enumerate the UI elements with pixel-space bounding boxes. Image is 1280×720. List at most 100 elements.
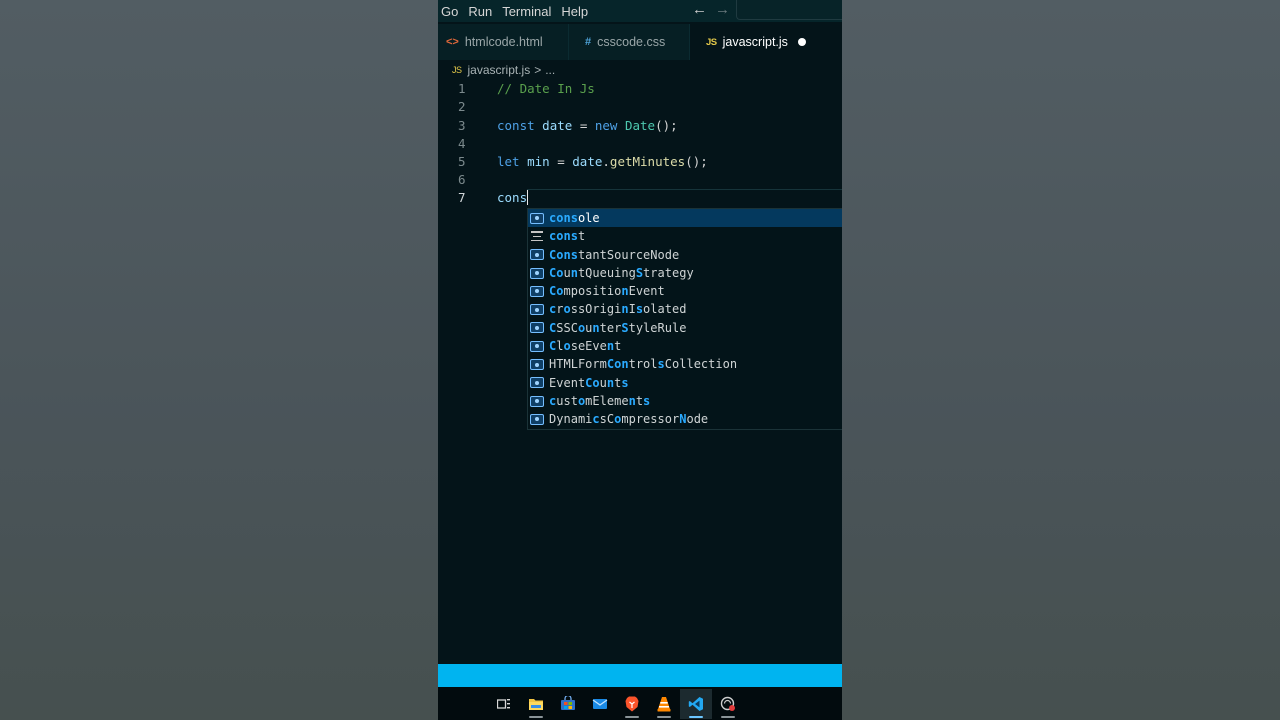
keyword-icon <box>530 231 544 242</box>
js-file-icon: JS <box>706 36 717 48</box>
line-number: 3 <box>458 117 466 133</box>
background-right <box>842 0 1280 720</box>
variable-icon <box>530 285 544 297</box>
html-file-icon: <> <box>446 36 459 48</box>
vscode-icon[interactable] <box>680 688 712 719</box>
brave-browser-icon[interactable] <box>616 689 648 719</box>
line-number: 5 <box>458 153 466 169</box>
running-indicator <box>689 715 703 718</box>
app-icon[interactable] <box>712 689 744 719</box>
menu-bar: Go Run Terminal Help ← → <box>438 0 842 22</box>
background-left <box>0 0 438 720</box>
suggestion-label: CSSCounterStyleRule <box>549 320 687 335</box>
code-line: 4 <box>438 135 842 153</box>
suggestion-item[interactable]: HTMLFormControlsCollection <box>528 355 842 373</box>
file-explorer-icon[interactable] <box>520 689 552 719</box>
status-bar[interactable] <box>438 664 842 687</box>
suggestion-item[interactable]: customElements <box>528 392 842 410</box>
code-text: const date = new Date(); <box>497 117 678 133</box>
code-line: 1 // Date In Js <box>438 80 842 98</box>
suggestion-item[interactable]: CSSCounterStyleRule <box>528 319 842 337</box>
tab-javascript[interactable]: JS javascript.js <box>690 24 842 60</box>
suggestion-label: CloseEvent <box>549 339 622 354</box>
editor-tabs: <> htmlcode.html # csscode.css JS javasc… <box>438 24 842 60</box>
code-line: 5 let min = date.getMinutes(); <box>438 153 842 171</box>
breadcrumb: JS javascript.js > ... <box>452 62 555 78</box>
variable-icon <box>530 304 544 316</box>
current-line-border <box>527 189 842 190</box>
code-text: let min = date.getMinutes(); <box>497 153 708 169</box>
line-number: 6 <box>458 172 466 187</box>
breadcrumb-symbol[interactable]: ... <box>545 63 555 77</box>
variable-icon <box>530 413 544 425</box>
code-line: 6 <box>438 171 842 189</box>
code-line: 2 <box>438 98 842 116</box>
breadcrumb-file[interactable]: javascript.js <box>468 63 531 77</box>
chevron-right-icon: > <box>534 63 542 77</box>
code-line: 3 const date = new Date(); <box>438 117 842 135</box>
suggestion-label: CountQueuingStrategy <box>549 265 694 280</box>
tab-label: csscode.css <box>597 35 666 49</box>
variable-icon <box>530 212 544 224</box>
tab-label: htmlcode.html <box>464 35 543 49</box>
tab-label: javascript.js <box>722 35 788 49</box>
suggestion-item[interactable]: CompositionEvent <box>528 282 842 300</box>
js-file-icon: JS <box>452 65 462 75</box>
suggestion-item[interactable]: CountQueuingStrategy <box>528 264 842 282</box>
suggestion-label: customElements <box>549 393 651 408</box>
line-number: 4 <box>458 135 466 151</box>
code-editor[interactable]: 1 // Date In Js 2 3 const date = new Dat… <box>438 80 842 664</box>
running-indicator <box>625 715 639 718</box>
taskbar <box>438 687 842 720</box>
variable-icon <box>530 377 544 389</box>
suggestion-item[interactable]: ConstantSourceNode <box>528 246 842 264</box>
suggestion-label: CompositionEvent <box>549 284 665 299</box>
suggestion-label: DynamicsCompressorNode <box>549 412 709 427</box>
suggestion-label: crossOriginIsolated <box>549 302 687 317</box>
suggestion-item[interactable]: const <box>528 227 842 245</box>
line-number: 1 <box>458 81 466 96</box>
vscode-window: Go Run Terminal Help ← → <> htmlcode.htm… <box>438 0 842 720</box>
suggestion-item[interactable]: CloseEvent <box>528 337 842 355</box>
suggestion-label: console <box>549 211 600 225</box>
menu-run[interactable]: Run <box>464 4 498 19</box>
task-view-icon[interactable] <box>488 689 520 719</box>
menu-terminal[interactable]: Terminal <box>498 4 557 19</box>
line-number: 2 <box>458 99 466 114</box>
code-text: // Date In Js <box>497 81 595 96</box>
unsaved-dot-icon[interactable] <box>797 38 806 46</box>
menu-go[interactable]: Go <box>438 4 464 19</box>
menu-help[interactable]: Help <box>557 4 594 19</box>
variable-icon <box>530 249 544 261</box>
forward-arrow-icon[interactable]: → <box>715 1 730 18</box>
store-icon[interactable] <box>552 689 584 719</box>
mail-icon[interactable] <box>584 689 616 719</box>
running-indicator <box>657 715 671 718</box>
running-indicator <box>721 715 735 718</box>
suggestion-item[interactable]: DynamicsCompressorNode <box>528 410 842 428</box>
suggestion-label: const <box>549 229 586 244</box>
suggestion-item[interactable]: crossOriginIsolated <box>528 300 842 318</box>
autocomplete-suggestions: console const ConstantSourceNode CountQueui… <box>527 208 842 430</box>
variable-icon <box>530 267 544 279</box>
css-file-icon: # <box>585 36 592 48</box>
running-indicator <box>529 715 543 718</box>
variable-icon <box>530 359 544 371</box>
suggestion-label: ConstantSourceNode <box>549 247 680 262</box>
suggestion-label: HTMLFormControlsCollection <box>549 357 738 372</box>
suggestion-item[interactable]: console <box>528 209 842 228</box>
command-center-search[interactable] <box>736 0 842 20</box>
navigation-arrows: ← → <box>692 1 730 18</box>
variable-icon <box>530 395 544 407</box>
suggestion-item[interactable]: EventCounts <box>528 374 842 392</box>
line-number: 7 <box>458 190 466 205</box>
suggestion-label: EventCounts <box>549 375 629 390</box>
tab-htmlcode[interactable]: <> htmlcode.html <box>438 24 569 60</box>
back-arrow-icon[interactable]: ← <box>692 1 707 18</box>
variable-icon <box>530 322 544 334</box>
variable-icon <box>530 340 544 352</box>
vlc-icon[interactable] <box>648 689 680 719</box>
tab-csscode[interactable]: # csscode.css <box>569 24 690 60</box>
code-line-active: 7 cons <box>438 189 842 207</box>
text-cursor <box>527 190 529 205</box>
